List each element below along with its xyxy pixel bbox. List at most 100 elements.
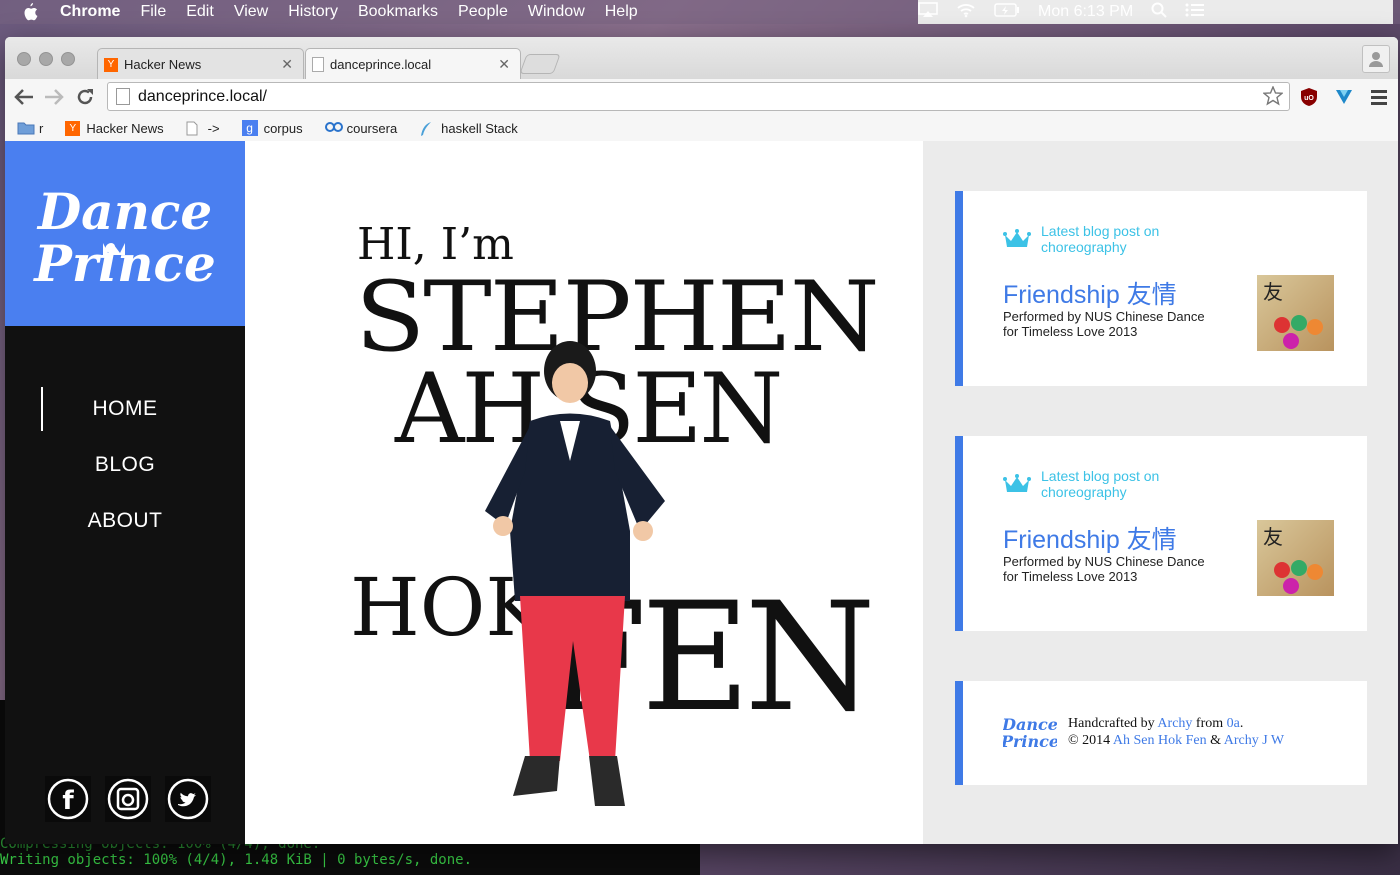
svg-text:友: 友 xyxy=(1263,525,1283,549)
nav-home[interactable]: HOME xyxy=(5,381,245,437)
ublock-icon[interactable]: uO xyxy=(1299,87,1319,107)
bookmark-label: haskell Stack xyxy=(441,120,518,136)
tab-danceprince[interactable]: danceprince.local ✕ xyxy=(305,48,521,80)
footer-studio-link[interactable]: 0a xyxy=(1227,716,1240,731)
footer-logo-line-2: Prince xyxy=(1003,732,1057,751)
menu-history[interactable]: History xyxy=(288,3,338,21)
bookmark-star-icon[interactable] xyxy=(1262,85,1284,111)
card-title[interactable]: Friendship 友情 xyxy=(1003,275,1177,311)
footer-card: Dance Prince Handcrafted by Archy from 0… xyxy=(955,681,1367,785)
footer-from: from xyxy=(1195,716,1224,731)
page-favicon-icon xyxy=(312,57,324,72)
web-page: Dance Prince HOME BLOG ABOUT f HI, I’m S… xyxy=(5,141,1398,844)
nav-blog[interactable]: BLOG xyxy=(5,437,245,493)
svg-text:f: f xyxy=(62,786,74,816)
right-column: Latest blog post on choreography Friends… xyxy=(923,141,1398,844)
bookmark-label: r xyxy=(39,120,44,136)
footer-coauthor-link[interactable]: Archy J W xyxy=(1224,733,1284,748)
menu-help[interactable]: Help xyxy=(605,3,638,21)
tab-title: danceprince.local xyxy=(330,57,432,72)
social-links: f xyxy=(45,776,211,822)
feather-icon xyxy=(419,121,435,136)
menu-hamburger-icon[interactable] xyxy=(1369,87,1389,107)
hacker-news-icon: Y xyxy=(65,120,81,136)
folder-icon xyxy=(17,121,35,135)
twitter-icon[interactable] xyxy=(165,776,211,822)
logo-line-2: Prince xyxy=(32,234,216,293)
footer-copyright: © 2014 xyxy=(1068,733,1111,748)
logo-line-1: Dance xyxy=(36,182,212,241)
footer-credits: Handcrafted by Archy from 0a. © 2014 Ah … xyxy=(1068,715,1284,749)
profile-icon[interactable] xyxy=(1362,45,1390,73)
apple-icon[interactable] xyxy=(22,3,44,21)
card-label: Latest blog post on choreography xyxy=(1041,223,1160,255)
clock[interactable]: Mon 6:13 PM xyxy=(1038,3,1133,21)
bookmark-label: coursera xyxy=(346,120,398,136)
battery-icon[interactable] xyxy=(994,2,1020,22)
menu-people[interactable]: People xyxy=(458,3,508,21)
coursera-icon xyxy=(324,121,343,135)
site-sidebar: Dance Prince HOME BLOG ABOUT f xyxy=(5,141,245,844)
facebook-icon[interactable]: f xyxy=(45,776,91,822)
reload-icon[interactable] xyxy=(75,87,95,113)
card-description: Performed by NUS Chinese Dance for Timel… xyxy=(1003,309,1205,339)
card-label: Latest blog post on choreography xyxy=(1041,468,1160,500)
close-window-button[interactable] xyxy=(17,52,31,66)
footer-name-link[interactable]: Ah Sen Hok Fen xyxy=(1113,733,1207,748)
menu-file[interactable]: File xyxy=(140,3,166,21)
svg-text:友: 友 xyxy=(1263,280,1283,304)
wifi-icon[interactable] xyxy=(956,2,976,23)
footer-handcrafted: Handcrafted by xyxy=(1068,716,1155,731)
page-icon xyxy=(186,121,202,136)
spotlight-search-icon[interactable] xyxy=(1151,2,1167,23)
back-icon[interactable] xyxy=(13,87,35,113)
nav-about[interactable]: ABOUT xyxy=(5,493,245,549)
zoom-window-button[interactable] xyxy=(61,52,75,66)
hacker-news-favicon-icon: Y xyxy=(104,57,118,72)
bookmark-label: Hacker News xyxy=(86,120,164,136)
footer-author-link[interactable]: Archy xyxy=(1157,716,1192,731)
tab-title: Hacker News xyxy=(124,57,202,72)
tab-close-icon[interactable]: ✕ xyxy=(498,56,510,73)
bookmark-arrow[interactable]: -> xyxy=(186,121,220,136)
browser-toolbar: danceprince.local/ uO xyxy=(5,79,1398,115)
menu-view[interactable]: View xyxy=(234,3,268,21)
bookmarks-bar: r Y Hacker News -> g corpus coursera has… xyxy=(5,115,1398,142)
card-title[interactable]: Friendship 友情 xyxy=(1003,520,1177,556)
blog-card[interactable]: Latest blog post on choreography Friends… xyxy=(955,191,1367,386)
bookmark-coursera[interactable]: coursera xyxy=(324,120,398,136)
window-controls xyxy=(17,52,75,66)
hero-section: HI, I’m STEPHEN AH SEN HOK FEN xyxy=(245,141,923,844)
card-description: Performed by NUS Chinese Dance for Timel… xyxy=(1003,554,1205,584)
menu-app-chrome[interactable]: Chrome xyxy=(60,3,120,21)
forward-icon[interactable] xyxy=(43,87,65,113)
footer-logo: Dance Prince xyxy=(1003,715,1057,751)
card-thumbnail[interactable]: 友 xyxy=(1257,275,1334,351)
extension-icon[interactable] xyxy=(1334,87,1354,107)
bookmark-corpus[interactable]: g corpus xyxy=(241,120,303,136)
card-thumbnail[interactable]: 友 xyxy=(1257,520,1334,596)
dancer-photo xyxy=(485,341,665,806)
address-url[interactable]: danceprince.local/ xyxy=(138,88,267,106)
site-logo[interactable]: Dance Prince xyxy=(5,141,245,326)
tab-hacker-news[interactable]: Y Hacker News ✕ xyxy=(97,48,304,80)
tab-strip: Y Hacker News ✕ danceprince.local ✕ xyxy=(5,37,1398,80)
menu-bookmarks[interactable]: Bookmarks xyxy=(358,3,438,21)
bookmark-hacker-news[interactable]: Y Hacker News xyxy=(65,120,164,136)
blog-card[interactable]: Latest blog post on choreography Friends… xyxy=(955,436,1367,631)
notification-center-icon[interactable] xyxy=(1185,3,1205,22)
minimize-window-button[interactable] xyxy=(39,52,53,66)
bookmark-label: -> xyxy=(207,120,220,136)
address-bar[interactable]: danceprince.local/ xyxy=(107,82,1290,111)
bookmark-folder-r[interactable]: r xyxy=(17,121,43,136)
tab-close-icon[interactable]: ✕ xyxy=(281,56,293,73)
instagram-icon[interactable] xyxy=(105,776,151,822)
main-nav: HOME BLOG ABOUT xyxy=(5,381,245,549)
airplay-icon[interactable] xyxy=(918,1,938,23)
page-icon xyxy=(116,88,130,105)
menu-window[interactable]: Window xyxy=(528,3,585,21)
bookmark-haskell-stack[interactable]: haskell Stack xyxy=(419,121,518,136)
terminal-line: Writing objects: 100% (4/4), 1.48 KiB | … xyxy=(0,852,473,868)
new-tab-button[interactable] xyxy=(519,54,561,74)
menu-edit[interactable]: Edit xyxy=(186,3,214,21)
